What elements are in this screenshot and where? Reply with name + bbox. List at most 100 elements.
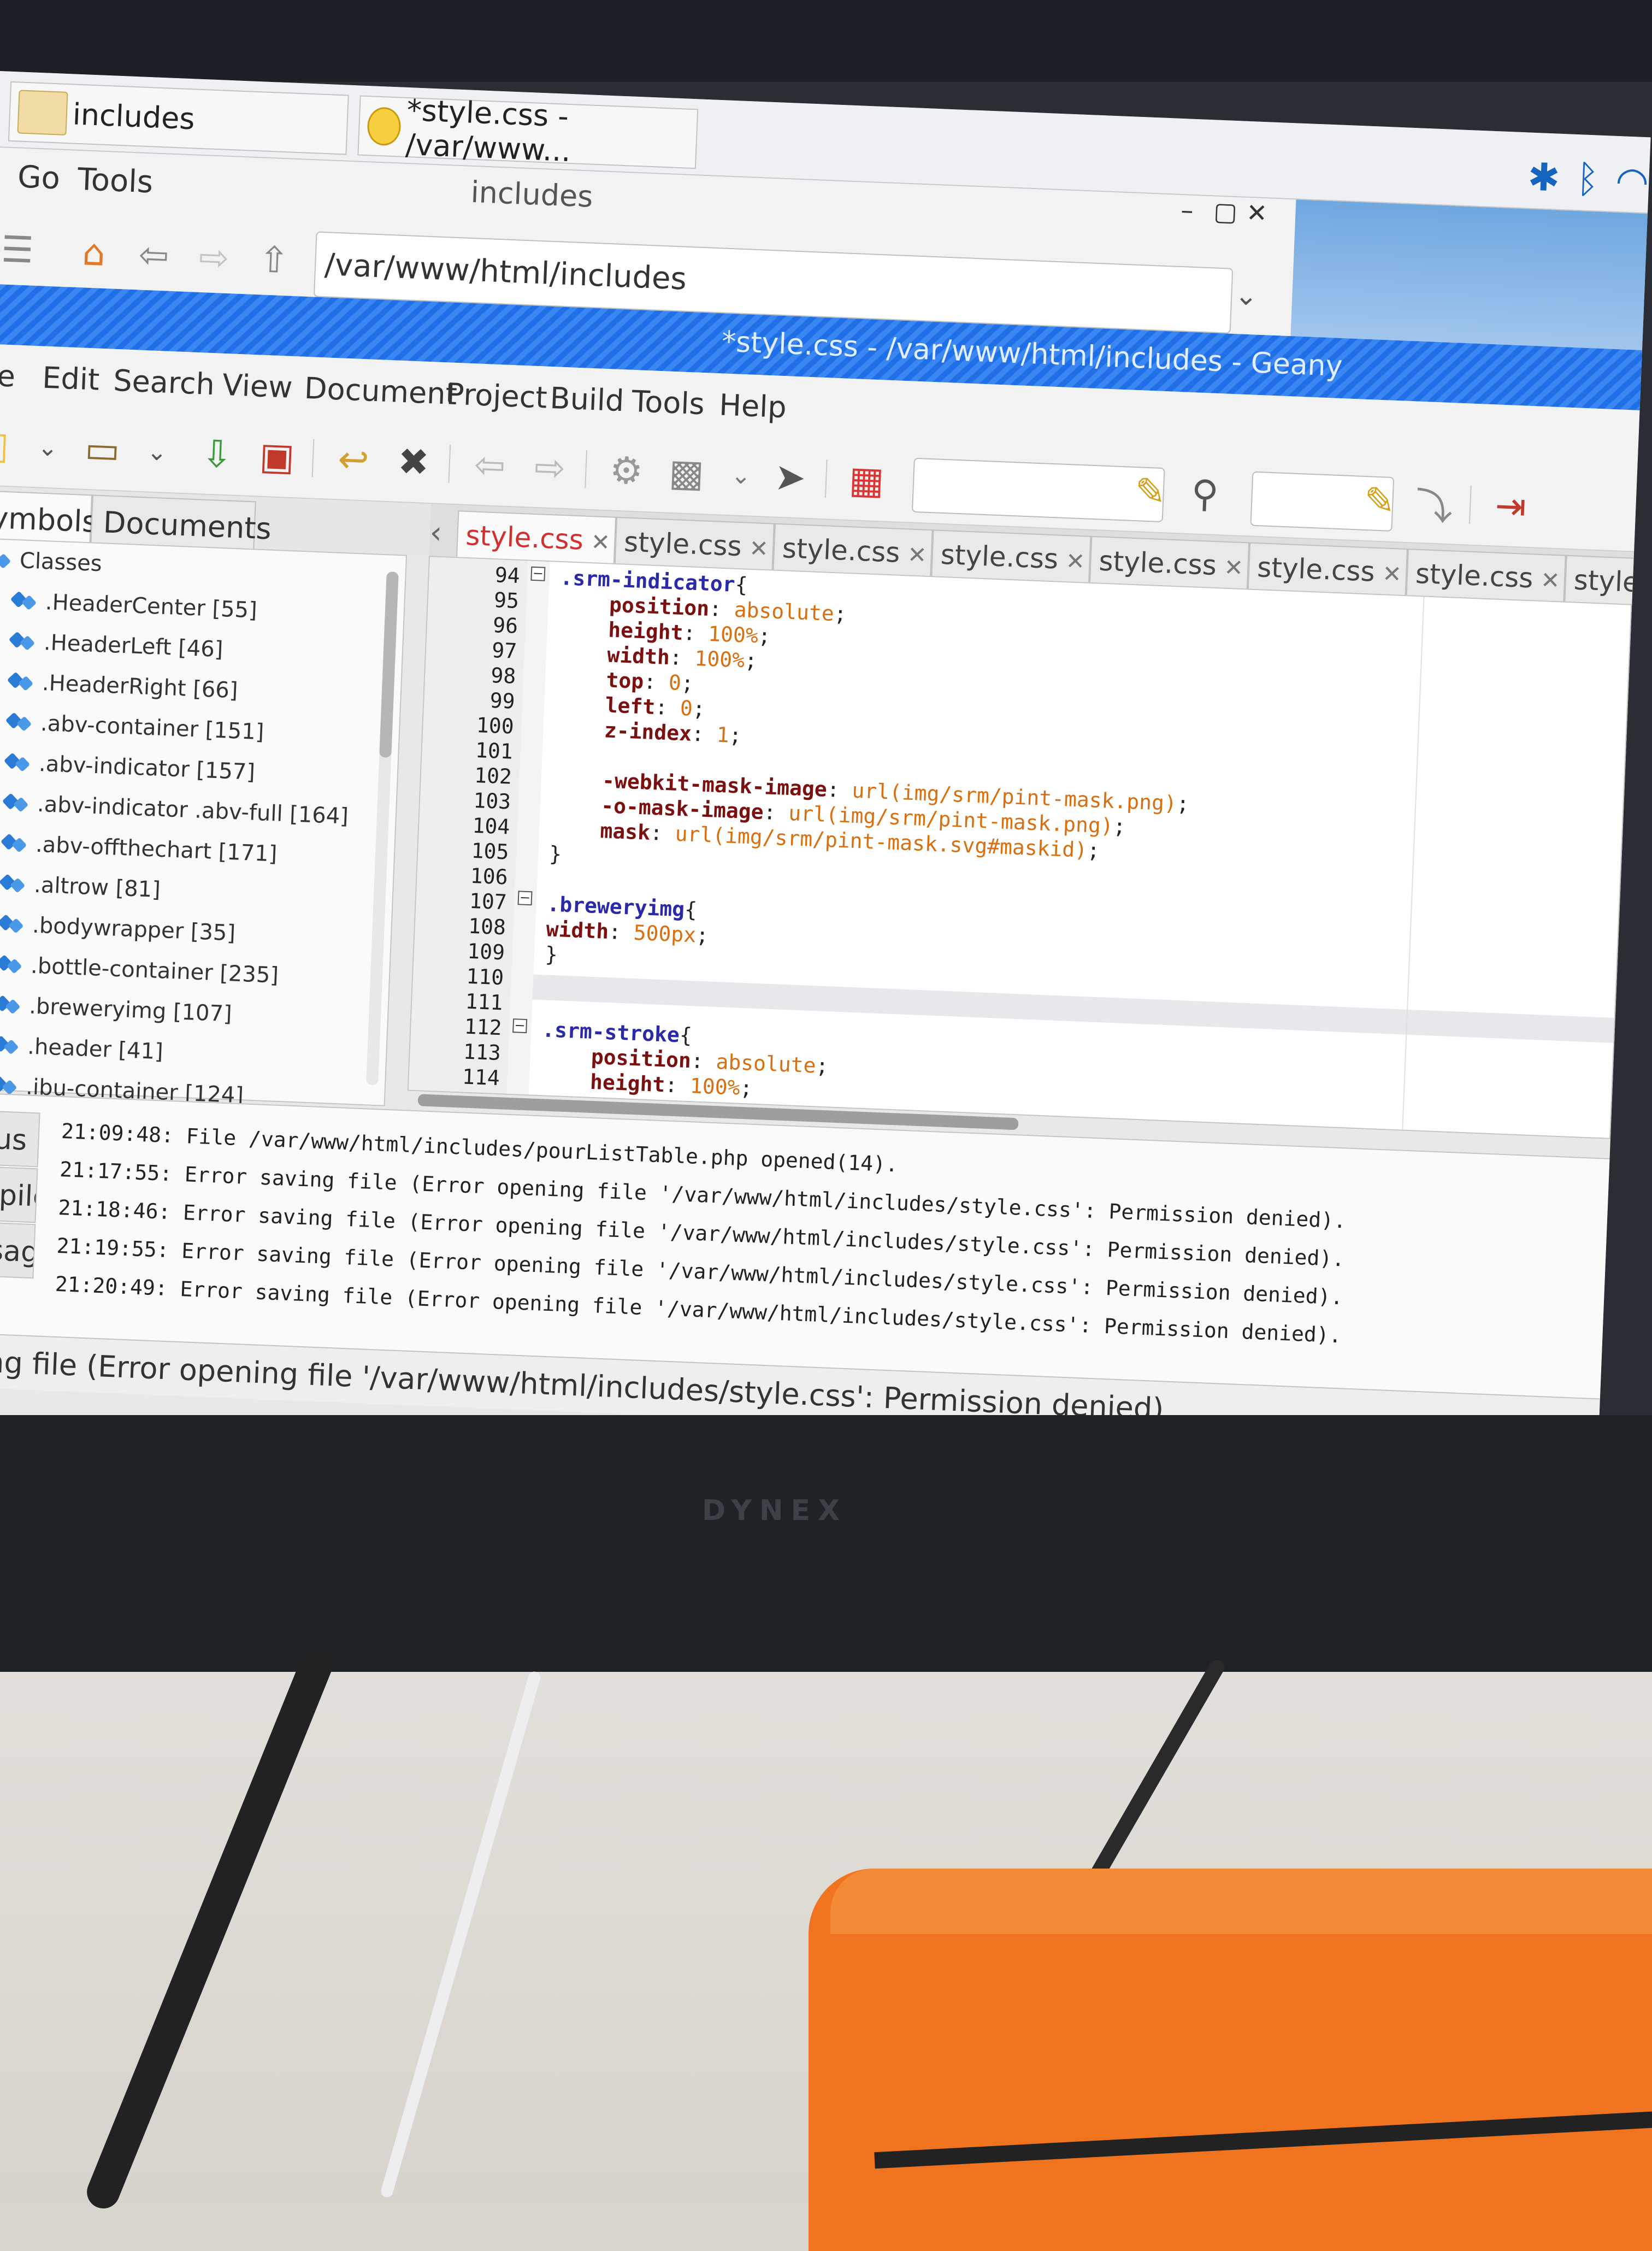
- code-token: {: [678, 1023, 693, 1048]
- code-token: ;: [744, 648, 758, 673]
- close-icon[interactable]: ✕: [1382, 560, 1402, 587]
- tab-messages[interactable]: Messages: [0, 1221, 36, 1279]
- new-file-icon[interactable]: ▯: [0, 420, 24, 472]
- up-arrow-icon[interactable]: ⇧: [249, 234, 300, 286]
- chevron-left-icon[interactable]: ‹: [429, 515, 452, 551]
- close-icon[interactable]: ✕: [591, 528, 611, 556]
- menu-tools[interactable]: Tools: [631, 384, 705, 421]
- code-editor[interactable]: 94 95 96 97 98 99 100 101 102 103 104 105 106 107 108 1…: [407, 556, 1632, 1139]
- chevron-down-icon[interactable]: ⌄: [716, 450, 767, 501]
- fold-toggle-icon[interactable]: −: [530, 565, 546, 581]
- tab-style-css[interactable]: style.css ✕: [1247, 542, 1408, 597]
- symbol-label: .abv-indicator .abv-full [164]: [37, 791, 349, 829]
- tab-style-css[interactable]: style.css ✕: [614, 516, 775, 571]
- tab-style-css[interactable]: style.css ✕: [1406, 549, 1566, 603]
- tab-documents[interactable]: Documents: [90, 494, 272, 550]
- orange-bucket-rim: [830, 1869, 1652, 1934]
- close-icon[interactable]: ✖: [388, 437, 439, 488]
- revert-icon[interactable]: ↩: [328, 434, 379, 486]
- clear-icon[interactable]: ✎: [1354, 475, 1406, 527]
- back-arrow-icon[interactable]: ⇦: [128, 229, 180, 281]
- build-icon[interactable]: ▩: [661, 447, 712, 499]
- menu-view[interactable]: View: [222, 368, 293, 405]
- toolbar-separator: [448, 444, 451, 483]
- line-number: 114: [462, 1064, 500, 1091]
- chevron-down-icon[interactable]: ⌄: [1234, 279, 1258, 312]
- tab-style-css[interactable]: style.css ✕: [931, 529, 1092, 584]
- line-number: 95: [493, 588, 520, 613]
- chevron-down-icon[interactable]: ⌄: [22, 422, 74, 473]
- quit-icon[interactable]: ⇥: [1485, 481, 1536, 532]
- system-tray: ✱ ᛒ ◠: [1527, 154, 1650, 204]
- scrollbar-thumb[interactable]: [379, 571, 399, 758]
- search-icon[interactable]: ⚲: [1179, 468, 1231, 520]
- save-icon[interactable]: ⇩: [191, 429, 243, 480]
- menu-file[interactable]: File: [0, 357, 16, 394]
- close-icon[interactable]: ✕: [1224, 554, 1244, 581]
- tab-label: style.css: [1415, 557, 1534, 594]
- menu-search[interactable]: Search: [113, 363, 215, 402]
- maximize-button[interactable]: ▢: [1213, 196, 1238, 227]
- list-item[interactable]: .header [41]: [0, 1025, 164, 1072]
- code-token: width: [606, 643, 670, 670]
- code-line: top: 0;: [556, 666, 694, 695]
- close-icon[interactable]: ✕: [1540, 567, 1560, 594]
- wifi-icon[interactable]: ◠: [1615, 158, 1650, 204]
- tab-compiler[interactable]: Compiler: [0, 1165, 38, 1223]
- menu-tools[interactable]: Tools: [77, 162, 154, 200]
- tab-label: style.css: [940, 538, 1059, 575]
- tab-style-css[interactable]: style.css ✕: [772, 523, 933, 578]
- taskbar-button-geany[interactable]: *style.css - /var/www...: [357, 93, 699, 169]
- view-list-icon[interactable]: ☰: [0, 224, 43, 275]
- toolbar-separator: [585, 450, 588, 488]
- tab-style-css[interactable]: style.css ✕: [1089, 535, 1250, 591]
- monitor-screen: includes *style.css - /var/www... ✱ ᛒ ◠ …: [0, 71, 1651, 1486]
- close-icon[interactable]: ✕: [1065, 547, 1085, 575]
- minimize-button[interactable]: –: [1180, 195, 1194, 225]
- clear-icon[interactable]: ✎: [1125, 466, 1176, 517]
- fold-toggle-icon[interactable]: −: [512, 1017, 528, 1034]
- class-icon: [4, 792, 31, 815]
- line-number: 106: [470, 863, 509, 889]
- jump-to-line-icon[interactable]: ⤵: [1409, 478, 1460, 529]
- menu-go[interactable]: Go: [17, 159, 61, 196]
- code-token: top: [605, 668, 645, 694]
- code-token: :: [650, 820, 676, 846]
- open-file-icon[interactable]: ▭: [77, 424, 128, 475]
- menu-help[interactable]: Help: [718, 387, 787, 425]
- color-chooser-icon[interactable]: ▦: [841, 455, 892, 506]
- menu-project[interactable]: Project: [446, 376, 548, 415]
- bluetooth-icon[interactable]: ᛒ: [1576, 156, 1600, 202]
- compile-icon[interactable]: ⚙: [601, 445, 652, 497]
- bluetooth-icon[interactable]: ✱: [1527, 154, 1561, 200]
- sidebar-scrollbar[interactable]: [366, 571, 399, 1086]
- execute-icon[interactable]: ➤: [765, 452, 816, 503]
- navigate-forward-icon[interactable]: ⇨: [524, 442, 576, 493]
- menu-build[interactable]: Build: [550, 381, 625, 418]
- tab-status[interactable]: Status: [0, 1109, 40, 1168]
- fold-toggle-icon[interactable]: −: [517, 889, 533, 906]
- class-icon: [0, 1034, 21, 1057]
- taskbar-button-label: includes: [72, 96, 196, 136]
- code-token: }: [548, 841, 563, 867]
- close-icon[interactable]: ✕: [748, 535, 769, 562]
- chevron-down-icon[interactable]: ⌄: [131, 426, 182, 478]
- close-button[interactable]: ✕: [1246, 198, 1268, 228]
- code-token: 1: [716, 722, 730, 747]
- symbol-label: .HeaderLeft [46]: [43, 630, 224, 663]
- symbol-group-classes[interactable]: Classes: [0, 539, 103, 584]
- save-all-icon[interactable]: ▣: [251, 431, 303, 482]
- code-line: z-index: 1;: [554, 716, 742, 747]
- navigate-back-icon[interactable]: ⇦: [464, 440, 516, 491]
- menu-document[interactable]: Document: [304, 371, 458, 411]
- list-item[interactable]: .altrow [81]: [1, 863, 161, 910]
- tab-symbols[interactable]: Symbols: [0, 489, 98, 543]
- taskbar-button-includes[interactable]: includes: [8, 81, 349, 155]
- close-icon[interactable]: ✕: [907, 541, 927, 568]
- home-icon[interactable]: ⌂: [68, 227, 120, 278]
- menu-edit[interactable]: Edit: [42, 361, 100, 397]
- tab-style-css[interactable]: style.css ✕: [456, 510, 617, 565]
- forward-arrow-icon[interactable]: ⇨: [188, 232, 240, 283]
